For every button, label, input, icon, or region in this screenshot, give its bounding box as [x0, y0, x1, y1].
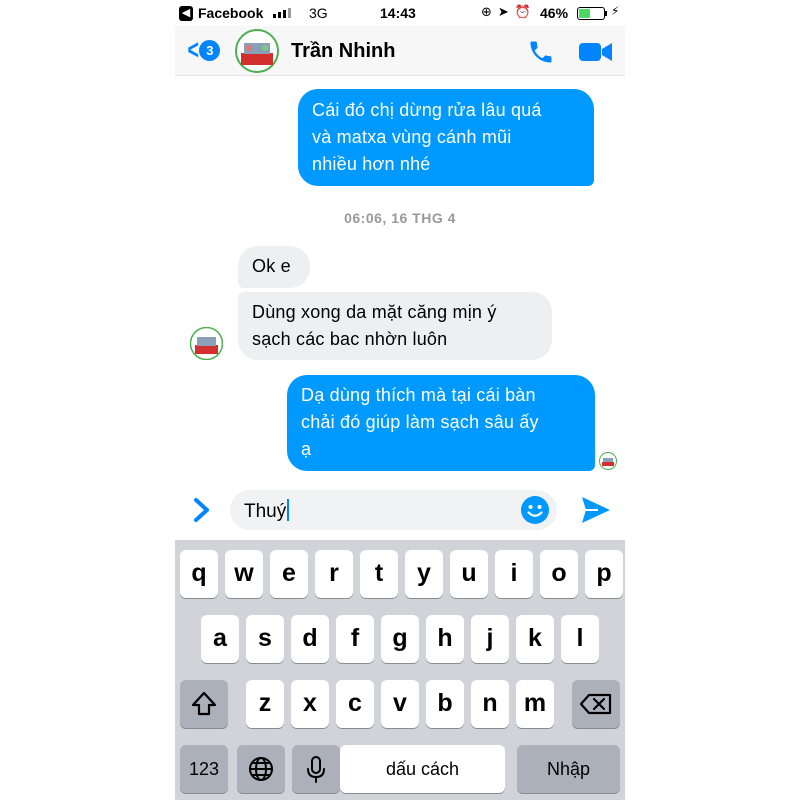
key-q[interactable]: q [180, 550, 218, 598]
microphone-icon [307, 756, 325, 783]
outgoing-message-bubble[interactable]: Dạ dùng thích mà tại cái bàn chải đó giú… [287, 375, 595, 471]
message-input[interactable]: Thuý [230, 490, 557, 530]
key-y[interactable]: y [405, 550, 443, 598]
signal-strength-icon [273, 8, 291, 18]
numbers-key[interactable]: 123 [180, 745, 228, 793]
shift-key[interactable] [180, 680, 228, 728]
globe-key[interactable] [237, 745, 285, 793]
key-c[interactable]: c [336, 680, 374, 728]
unread-badge: 3 [199, 39, 221, 61]
key-b[interactable]: b [426, 680, 464, 728]
key-o[interactable]: o [540, 550, 578, 598]
shift-icon [191, 691, 217, 716]
send-icon[interactable] [580, 495, 612, 525]
key-l[interactable]: l [561, 615, 599, 663]
key-s[interactable]: s [246, 615, 284, 663]
clock: 14:43 [380, 5, 416, 21]
back-to-app-button[interactable]: ◀ Facebook [179, 5, 263, 21]
avatar[interactable] [235, 29, 279, 73]
incoming-message-bubble[interactable]: Ok e [238, 246, 310, 288]
network-type: 3G [309, 5, 328, 21]
message-text: Dạ dùng thích mà tại cái bàn chải đó giú… [301, 385, 539, 459]
key-k[interactable]: k [516, 615, 554, 663]
chevron-left-icon: < [187, 34, 199, 65]
emoji-icon[interactable] [520, 495, 550, 525]
outgoing-message-bubble[interactable]: Cái đó chị dừng rửa lâu quá và matxa vùn… [298, 89, 594, 186]
key-p[interactable]: p [585, 550, 623, 598]
message-composer: Thuý [175, 480, 625, 540]
message-input-value: Thuý [244, 501, 287, 522]
text-caret [287, 499, 290, 521]
key-a[interactable]: a [201, 615, 239, 663]
status-bar: ◀ Facebook 3G 14:43 ⊕ ➤ ⏰ 46% ⚡ [175, 0, 625, 26]
key-g[interactable]: g [381, 615, 419, 663]
return-key[interactable]: Nhập [517, 745, 620, 793]
key-i[interactable]: i [495, 550, 533, 598]
chevron-right-icon[interactable] [191, 496, 213, 524]
back-button[interactable]: < 3 [185, 34, 221, 65]
incoming-message-bubble[interactable]: Dùng xong da mặt căng mịn ý sạch các bac… [238, 292, 552, 360]
message-text: Cái đó chị dừng rửa lâu quá và matxa vùn… [312, 100, 542, 174]
dictation-key[interactable] [292, 745, 340, 793]
key-d[interactable]: d [291, 615, 329, 663]
location-icon: ➤ [497, 4, 509, 19]
charging-icon: ⚡ [611, 4, 620, 18]
battery-level [579, 9, 591, 18]
alarm-icon: ⏰ [514, 4, 531, 19]
back-app-label: Facebook [198, 5, 264, 21]
conversation-header: < 3 Trần Nhinh [175, 26, 625, 76]
key-u[interactable]: u [450, 550, 488, 598]
orientation-lock-icon: ⊕ [481, 4, 492, 19]
key-h[interactable]: h [426, 615, 464, 663]
key-z[interactable]: z [246, 680, 284, 728]
phone-icon[interactable] [527, 38, 555, 66]
messenger-screen: ◀ Facebook 3G 14:43 ⊕ ➤ ⏰ 46% ⚡ < 3 Trần… [175, 0, 625, 800]
key-x[interactable]: x [291, 680, 329, 728]
backspace-icon [579, 693, 612, 715]
space-key[interactable]: dấu cách [340, 745, 505, 793]
battery-icon [577, 7, 605, 20]
key-t[interactable]: t [360, 550, 398, 598]
system-icons: ⊕ ➤ ⏰ [481, 4, 531, 20]
battery-tip [605, 11, 607, 16]
key-f[interactable]: f [336, 615, 374, 663]
battery-percent: 46% [540, 5, 569, 21]
keyboard: qwertyuiop asdfghjkl zxcvbnm 123 dấu các… [175, 540, 625, 800]
seen-receipt-avatar [599, 452, 617, 470]
timestamp: 06:06, 16 THG 4 [344, 210, 456, 226]
key-j[interactable]: j [471, 615, 509, 663]
back-arrow-icon: ◀ [179, 5, 193, 21]
backspace-key[interactable] [572, 680, 620, 728]
globe-icon [249, 757, 273, 781]
key-n[interactable]: n [471, 680, 509, 728]
message-text: Dùng xong da mặt căng mịn ý sạch các bac… [252, 302, 497, 349]
video-camera-icon[interactable] [579, 41, 613, 63]
key-e[interactable]: e [270, 550, 308, 598]
key-m[interactable]: m [516, 680, 554, 728]
message-input-text: Thuý [244, 499, 290, 523]
key-v[interactable]: v [381, 680, 419, 728]
contact-name[interactable]: Trần Nhinh [291, 40, 395, 63]
message-text: Ok e [252, 256, 291, 276]
key-w[interactable]: w [225, 550, 263, 598]
key-r[interactable]: r [315, 550, 353, 598]
sender-avatar[interactable] [190, 327, 223, 360]
